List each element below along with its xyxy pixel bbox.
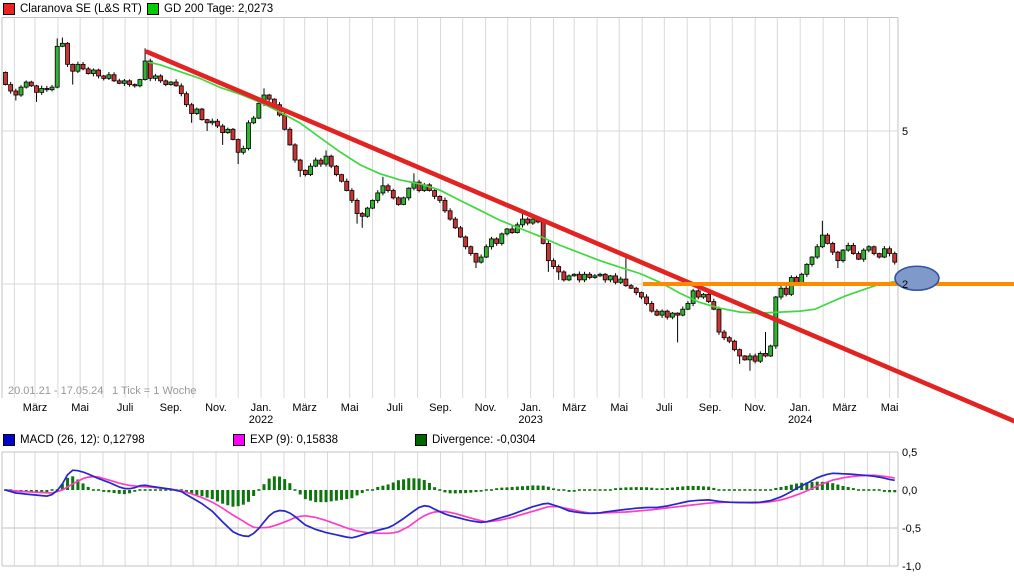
date-axis-tick: Mai	[341, 402, 359, 414]
price-axis-tick: 2	[902, 279, 908, 291]
date-axis-tick: Sep.	[699, 402, 722, 414]
date-axis-tick: Mai	[71, 402, 89, 414]
macd-axis-tick: 0,5	[902, 447, 917, 459]
date-axis-year: 2022	[249, 414, 273, 426]
macd-axis-tick: 0,0	[902, 485, 917, 497]
date-axis-tick: Sep.	[429, 402, 452, 414]
date-axis-tick: März	[562, 402, 586, 414]
trend-line-annotation[interactable]	[144, 49, 1014, 424]
gridlines	[1, 17, 899, 567]
date-axis-tick: Nov.	[744, 402, 766, 414]
price-axis-tick: 5	[902, 126, 908, 138]
macd-axis-tick: -0,5	[902, 523, 921, 535]
candles-layer	[3, 37, 898, 371]
date-axis-tick: März	[23, 402, 47, 414]
date-axis-year: 2023	[518, 414, 542, 426]
date-axis-tick: Jan.	[790, 402, 811, 414]
macd-axis-tick: -1,0	[902, 561, 921, 573]
date-axis-tick: Nov.	[475, 402, 497, 414]
date-axis-tick: März	[832, 402, 856, 414]
date-axis-tick: März	[292, 402, 316, 414]
date-axis-tick: Jan.	[520, 402, 541, 414]
date-axis-tick: Juli	[117, 402, 134, 414]
axis-labels: 520,50,0-0,5-1,0März Mai Juli Sep. Nov. Jan.2…	[8, 126, 921, 573]
date-range-note: 20.01.21 - 17.05.24	[8, 385, 103, 397]
date-axis-year: 2024	[788, 414, 812, 426]
date-axis-tick: Juli	[656, 402, 673, 414]
date-axis-tick: Juli	[386, 402, 403, 414]
date-axis-tick: Mai	[610, 402, 628, 414]
chart-canvas[interactable]: 520,50,0-0,5-1,0März Mai Juli Sep. Nov. Jan.2…	[0, 0, 1014, 578]
date-axis-tick: Mai	[881, 402, 899, 414]
tick-interval-note: 1 Tick = 1 Woche	[112, 385, 196, 397]
date-axis-tick: Sep.	[160, 402, 183, 414]
chart-page: Claranova SE (L&S RT) GD 200 Tage: 2,027…	[0, 0, 1014, 578]
date-axis-tick: Jan.	[251, 402, 272, 414]
date-axis-tick: Nov.	[205, 402, 227, 414]
